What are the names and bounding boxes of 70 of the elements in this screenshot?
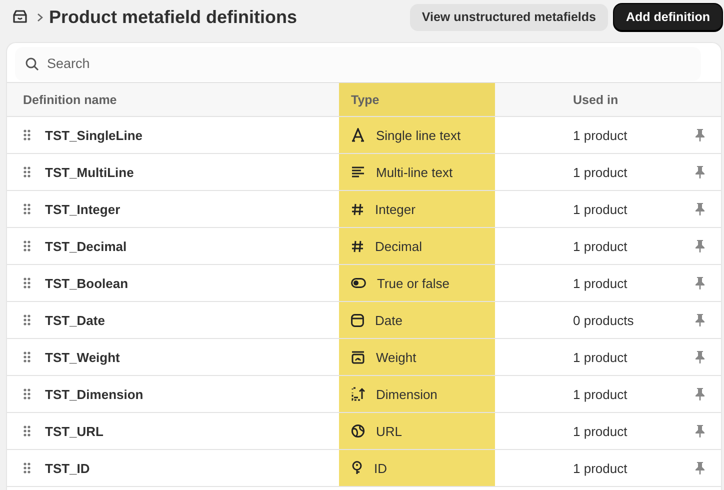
- type-label: Integer: [375, 202, 416, 216]
- drag-handle-icon[interactable]: [23, 240, 31, 252]
- pin-icon[interactable]: [695, 313, 705, 327]
- pin-icon[interactable]: [695, 239, 705, 253]
- definition-name[interactable]: TST_Decimal: [45, 238, 127, 254]
- usage-count: 1 product: [573, 164, 628, 180]
- type-label: ID: [374, 460, 387, 476]
- view-button[interactable]: View unstructured metafields: [410, 4, 608, 30]
- usage-count: 1 product: [573, 276, 628, 290]
- hash-icon: [351, 240, 364, 252]
- type-label: Date: [375, 312, 402, 328]
- search-icon: [25, 56, 39, 70]
- pin-icon[interactable]: [695, 202, 705, 216]
- definition-name[interactable]: TST_Boolean: [45, 276, 128, 290]
- type-label: Weight: [376, 350, 416, 364]
- globe-icon: [351, 424, 365, 438]
- pin-icon[interactable]: [695, 461, 705, 475]
- type-label: URL: [376, 424, 402, 438]
- resize-icon: [351, 387, 365, 401]
- drag-handle-icon[interactable]: [23, 425, 31, 437]
- usage-count: 1 product: [573, 386, 628, 402]
- drag-handle-icon[interactable]: [23, 351, 31, 363]
- definition-name[interactable]: TST_ID: [45, 460, 90, 476]
- definition-name[interactable]: TST_MultiLine: [45, 164, 134, 180]
- drag-handle-icon[interactable]: [23, 203, 31, 215]
- page-title: Product metafield definitions: [49, 6, 298, 28]
- pin-icon[interactable]: [695, 128, 705, 142]
- drag-handle-icon[interactable]: [23, 314, 31, 326]
- usage-count: 1 product: [573, 238, 628, 254]
- pin-icon[interactable]: [695, 165, 705, 179]
- type-label: Decimal: [375, 238, 422, 254]
- type-label: Dimension: [376, 386, 438, 402]
- usage-count: 1 product: [573, 424, 628, 438]
- definition-name[interactable]: TST_Weight: [45, 350, 120, 364]
- column-header[interactable]: Definition name: [23, 92, 117, 106]
- pin-icon[interactable]: [695, 424, 705, 438]
- usage-count: 1 product: [573, 460, 628, 476]
- pin-icon[interactable]: [695, 276, 705, 290]
- drag-handle-icon[interactable]: [23, 166, 31, 178]
- definition-name[interactable]: TST_URL: [45, 424, 104, 438]
- type-label: Multi-line text: [376, 164, 453, 180]
- drag-handle-icon[interactable]: [23, 388, 31, 400]
- chevron-icon: [37, 12, 43, 22]
- type-label: Single line text: [376, 128, 461, 142]
- search-field[interactable]: Search: [15, 46, 701, 80]
- pin-icon[interactable]: [695, 350, 705, 364]
- usage-count: 1 product: [573, 350, 628, 364]
- drag-handle-icon[interactable]: [23, 129, 31, 141]
- toggle-icon: [351, 278, 366, 288]
- definition-name[interactable]: TST_Date: [45, 312, 105, 328]
- column-header[interactable]: Type: [351, 92, 380, 106]
- type-label: True or false: [377, 276, 450, 290]
- definition-name[interactable]: TST_Integer: [45, 202, 120, 216]
- usage-count: 0 products: [573, 312, 634, 328]
- hash-icon: [351, 202, 364, 216]
- lines-icon: [351, 166, 365, 178]
- drag-handle-icon[interactable]: [23, 462, 31, 474]
- drag-handle-icon[interactable]: [23, 277, 31, 289]
- definition-name[interactable]: TST_Dimension: [45, 386, 144, 402]
- column-header[interactable]: Used in: [573, 92, 618, 106]
- scale-icon: [351, 350, 365, 364]
- calendar-icon: [351, 314, 364, 326]
- usage-count: 1 product: [573, 128, 628, 142]
- pin-icon[interactable]: [695, 387, 705, 401]
- usage-count: 1 product: [573, 202, 628, 216]
- letter-icon: [351, 128, 365, 142]
- store-icon[interactable]: [12, 10, 28, 24]
- definition-name[interactable]: TST_SingleLine: [45, 128, 143, 142]
- add-button[interactable]: Add definition: [614, 4, 722, 30]
- key-icon: [351, 461, 363, 475]
